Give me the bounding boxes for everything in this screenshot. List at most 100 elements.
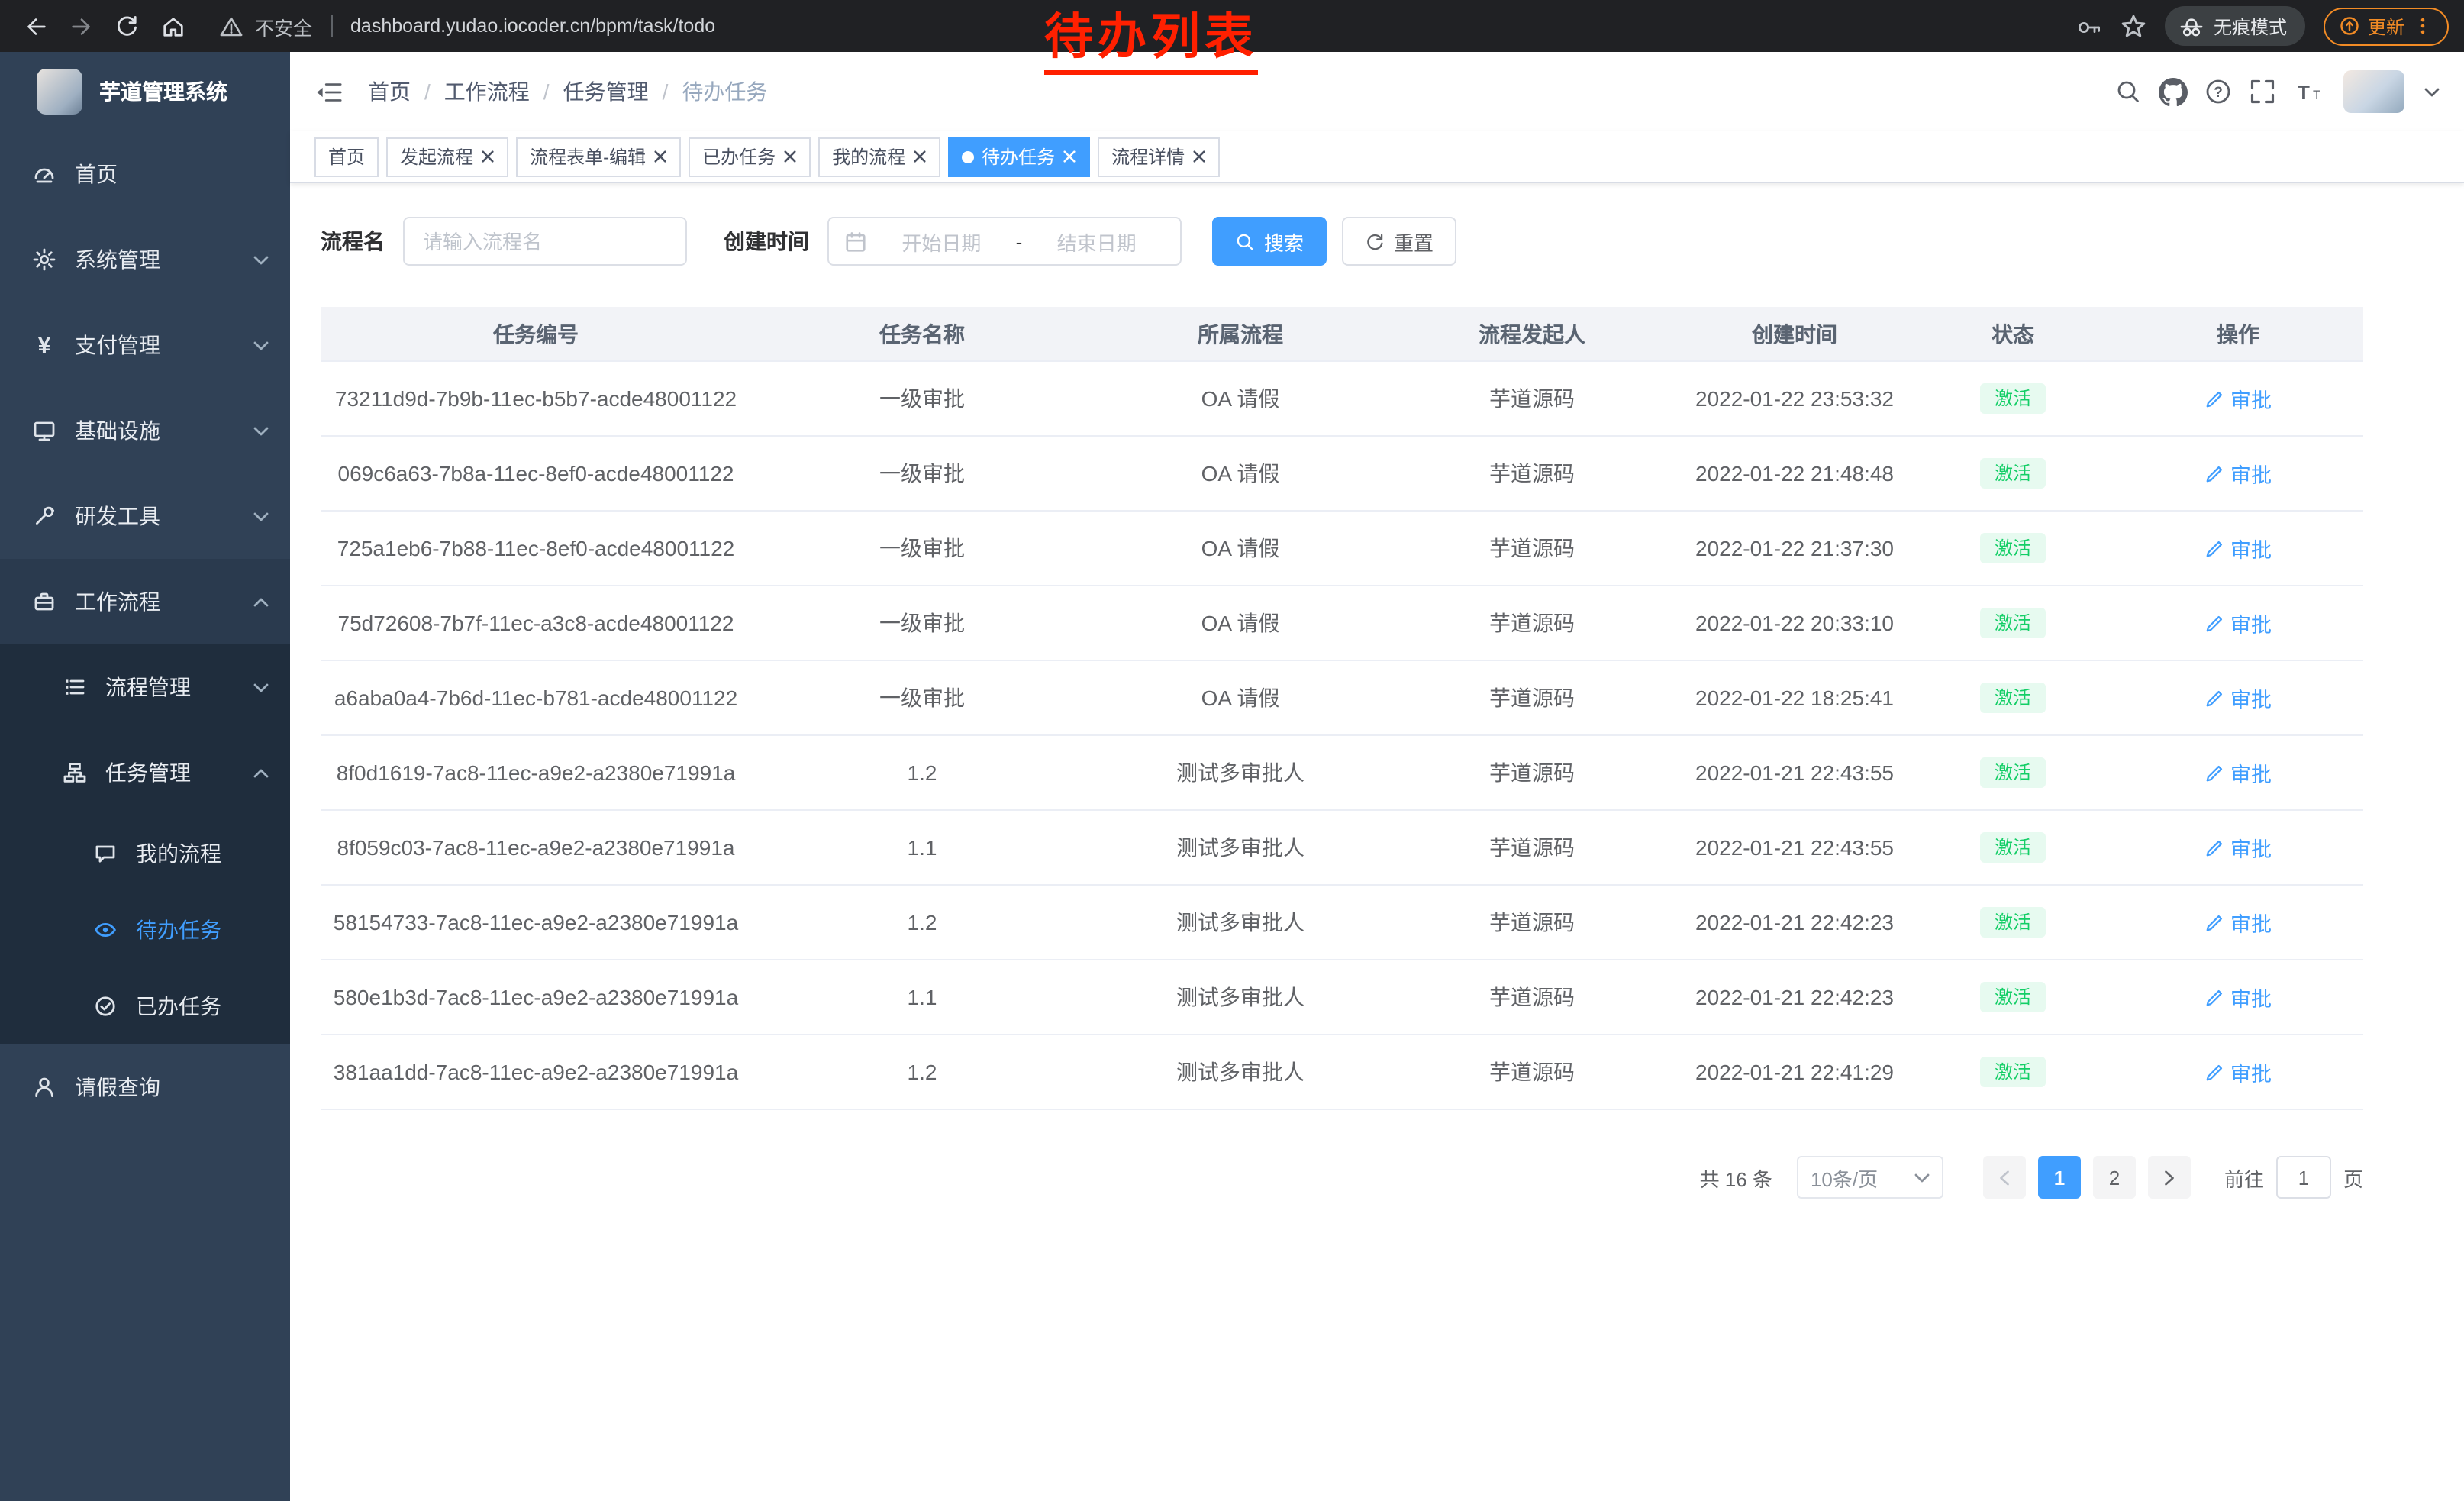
svg-text:T: T — [2298, 81, 2310, 104]
close-icon[interactable] — [653, 150, 667, 163]
task-process: OA 请假 — [1093, 362, 1388, 435]
approve-link[interactable]: 审批 — [2204, 982, 2272, 1012]
approve-link[interactable]: 审批 — [2204, 383, 2272, 414]
approve-link[interactable]: 审批 — [2204, 1057, 2272, 1087]
page-button-2[interactable]: 2 — [2093, 1156, 2136, 1199]
sidebar-item-my-process[interactable]: 我的流程 — [0, 815, 290, 892]
tab-home[interactable]: 首页 — [314, 137, 379, 176]
reset-button[interactable]: 重置 — [1342, 217, 1456, 266]
task-name: 一级审批 — [751, 661, 1093, 734]
approve-link[interactable]: 审批 — [2204, 757, 2272, 788]
task-id: 069c6a63-7b8a-11ec-8ef0-acde48001122 — [321, 437, 751, 510]
sidebar-item-system[interactable]: 系统管理 — [0, 217, 290, 302]
gear-icon — [31, 247, 58, 272]
page-unit-label: 页 — [2343, 1163, 2363, 1192]
more-menu-icon[interactable] — [2412, 15, 2433, 37]
update-button[interactable]: 更新 — [2324, 7, 2449, 45]
sidebar-item-workflow[interactable]: 工作流程 — [0, 559, 290, 644]
task-initiator: 芋道源码 — [1388, 512, 1676, 585]
search-button[interactable]: 搜索 — [1212, 217, 1327, 266]
tab-start-process[interactable]: 发起流程 — [386, 137, 508, 176]
app-logo[interactable]: 芋道管理系统 — [0, 52, 290, 131]
user-avatar[interactable] — [2343, 70, 2404, 113]
breadcrumb-item-task-management[interactable]: 任务管理 — [563, 76, 649, 107]
sidebar-item-task-management[interactable]: 任务管理 — [0, 730, 290, 815]
sidebar-item-leave-query[interactable]: 请假查询 — [0, 1044, 290, 1130]
approve-link[interactable]: 审批 — [2204, 907, 2272, 938]
github-icon[interactable] — [2159, 77, 2188, 106]
approve-link[interactable]: 审批 — [2204, 683, 2272, 713]
status-badge: 激活 — [1981, 906, 2045, 938]
task-process: OA 请假 — [1093, 512, 1388, 585]
pagination: 共 16 条 10条/页 1 2 前往 页 — [321, 1156, 2363, 1199]
fullscreen-icon[interactable] — [2249, 78, 2276, 105]
prev-page-button[interactable] — [1983, 1156, 2026, 1199]
sidebar-item-process-management[interactable]: 流程管理 — [0, 644, 290, 730]
page-size-select[interactable]: 10条/页 — [1797, 1156, 1943, 1199]
chevron-left-icon — [1998, 1169, 2011, 1186]
approve-link[interactable]: 审批 — [2204, 832, 2272, 863]
close-icon[interactable] — [481, 150, 495, 163]
task-name: 一级审批 — [751, 362, 1093, 435]
sidebar-item-todo-tasks[interactable]: 待办任务 — [0, 892, 290, 968]
sidebar-item-infrastructure[interactable]: 基础设施 — [0, 388, 290, 473]
status-badge: 激活 — [1981, 383, 2045, 415]
column-header: 操作 — [2113, 307, 2363, 360]
table-row: 8f059c03-7ac8-11ec-a9e2-a2380e71991a 1.1… — [321, 811, 2363, 886]
close-icon[interactable] — [913, 150, 927, 163]
tab-my-process[interactable]: 我的流程 — [818, 137, 940, 176]
key-icon[interactable] — [2076, 13, 2102, 39]
active-tab-dot — [962, 150, 974, 163]
approve-link[interactable]: 审批 — [2204, 608, 2272, 638]
sidebar-item-devtools[interactable]: 研发工具 — [0, 473, 290, 559]
process-name-input[interactable] — [403, 217, 687, 266]
sidebar-item-home[interactable]: 首页 — [0, 131, 290, 217]
update-icon — [2339, 15, 2360, 37]
tool-icon — [31, 504, 58, 528]
goto-page-input[interactable] — [2276, 1156, 2331, 1199]
close-icon[interactable] — [1063, 150, 1076, 163]
chevron-down-icon — [253, 340, 269, 350]
chat-icon — [92, 841, 119, 866]
search-icon[interactable] — [2114, 78, 2142, 105]
tab-process-form-edit[interactable]: 流程表单-编辑 — [516, 137, 681, 176]
task-id: a6aba0a4-7b6d-11ec-b781-acde48001122 — [321, 661, 751, 734]
breadcrumb-item-workflow[interactable]: 工作流程 — [444, 76, 530, 107]
breadcrumb-item-home[interactable]: 首页 — [368, 76, 411, 107]
close-icon[interactable] — [783, 150, 797, 163]
approve-link[interactable]: 审批 — [2204, 533, 2272, 563]
task-created: 2022-01-21 22:43:55 — [1676, 736, 1913, 809]
date-range-picker[interactable]: 开始日期 - 结束日期 — [827, 217, 1182, 266]
task-process: OA 请假 — [1093, 586, 1388, 660]
goto-label: 前往 — [2224, 1163, 2264, 1192]
approve-link[interactable]: 审批 — [2204, 458, 2272, 489]
status-badge: 激活 — [1981, 831, 2045, 863]
refresh-icon[interactable] — [107, 6, 147, 46]
page-button-1[interactable]: 1 — [2038, 1156, 2081, 1199]
date-separator: - — [1016, 230, 1023, 253]
breadcrumb: 首页 / 工作流程 / 任务管理 / 待办任务 — [368, 76, 767, 107]
tab-done-tasks[interactable]: 已办任务 — [689, 137, 811, 176]
tab-todo-tasks[interactable]: 待办任务 — [948, 137, 1090, 176]
url-text: dashboard.yudao.iocoder.cn/bpm/task/todo — [350, 15, 715, 37]
home-icon[interactable] — [153, 6, 192, 46]
back-icon[interactable] — [15, 6, 55, 46]
sidebar-toggle-icon[interactable] — [314, 77, 343, 106]
sidebar-item-done-tasks[interactable]: 已办任务 — [0, 968, 290, 1044]
forward-icon[interactable] — [61, 6, 101, 46]
task-created: 2022-01-22 21:37:30 — [1676, 512, 1913, 585]
star-icon[interactable] — [2121, 13, 2146, 39]
task-id: 58154733-7ac8-11ec-a9e2-a2380e71991a — [321, 886, 751, 959]
sidebar-item-payment[interactable]: ¥ 支付管理 — [0, 302, 290, 388]
help-icon[interactable]: ? — [2204, 78, 2232, 105]
next-page-button[interactable] — [2148, 1156, 2191, 1199]
font-size-icon[interactable]: TT — [2293, 79, 2327, 104]
chevron-down-icon[interactable] — [2424, 86, 2440, 97]
tab-process-detail[interactable]: 流程详情 — [1098, 137, 1220, 176]
task-initiator: 芋道源码 — [1388, 811, 1676, 884]
task-created: 2022-01-22 18:25:41 — [1676, 661, 1913, 734]
task-name: 一级审批 — [751, 512, 1093, 585]
close-icon[interactable] — [1192, 150, 1206, 163]
task-process: 测试多审批人 — [1093, 736, 1388, 809]
task-initiator: 芋道源码 — [1388, 586, 1676, 660]
